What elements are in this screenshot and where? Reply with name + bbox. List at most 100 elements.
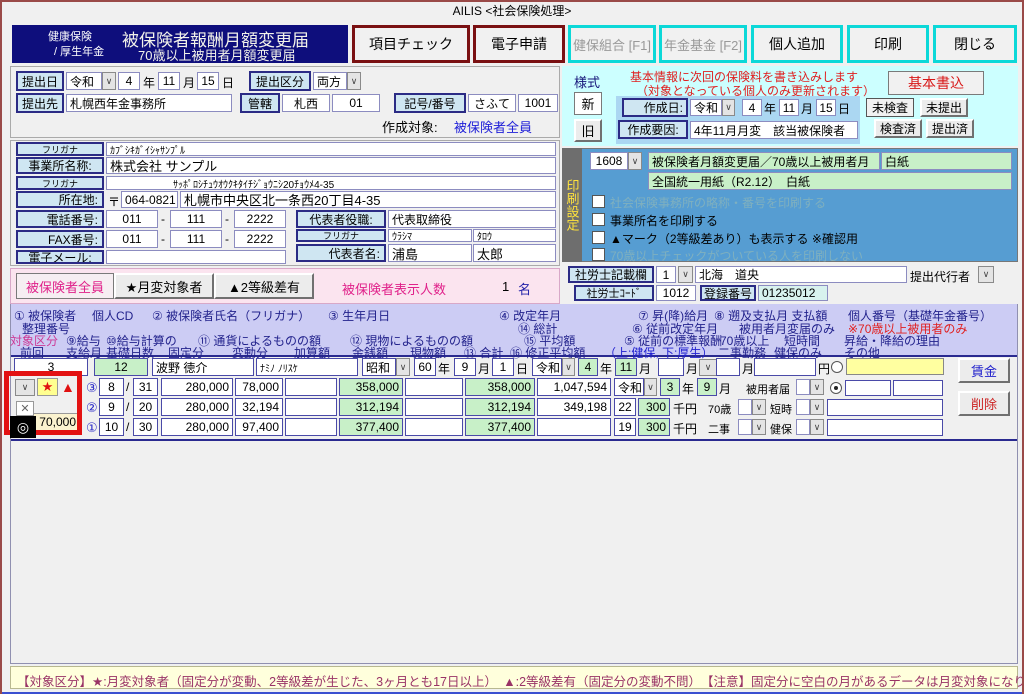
status-submitted-button[interactable]: 提出済 <box>926 119 974 138</box>
e-apply-button[interactable]: 電子申請 <box>473 25 565 63</box>
office-name-kana-field[interactable]: ｶﾌﾞｼｷｶﾞｲｼｬｻﾝﾌﾟﾙ <box>106 142 556 156</box>
birth-day-field[interactable]: 1 <box>492 358 514 376</box>
kenpo-grade-field[interactable]: 22 <box>614 398 636 416</box>
sr-reg-field[interactable]: 01235012 <box>758 285 828 301</box>
rep-sei-field[interactable]: 浦島 <box>388 244 472 262</box>
shusei-heikin-field[interactable] <box>537 418 611 436</box>
reason-text-2[interactable] <box>827 419 943 436</box>
birth-year-field[interactable]: 60 <box>414 358 436 376</box>
kenpo-only-field[interactable] <box>796 419 810 435</box>
kaitei-era-select[interactable]: 令和 <box>532 358 562 376</box>
chevron-down-icon[interactable]: ∨ <box>752 399 766 415</box>
cell-variable[interactable]: 97,400 <box>235 418 283 436</box>
print-form-code-select[interactable]: 1608 <box>590 152 628 170</box>
sr-code-field[interactable]: 1012 <box>656 285 696 301</box>
cell-inkind[interactable] <box>405 418 463 436</box>
reason-radio-wage[interactable] <box>830 382 842 394</box>
chevron-down-icon[interactable]: ∨ <box>347 72 361 90</box>
add-person-button[interactable]: 個人追加 <box>751 25 843 63</box>
kaitei-month-field[interactable]: 11 <box>615 358 637 376</box>
chevron-down-icon[interactable]: ∨ <box>396 358 410 376</box>
chevron-down-icon[interactable]: ∨ <box>644 378 657 396</box>
sr-name-field[interactable]: 北海 道央 <box>695 266 907 283</box>
tab-all-insured[interactable]: 被保険者全員 <box>16 273 114 299</box>
reason-input-1[interactable] <box>845 380 891 396</box>
rep-kana-sei-field[interactable]: ｳﾗｼﾏ <box>388 229 472 242</box>
addr-field[interactable]: 札幌市中央区北一条西20丁目4-35 <box>180 191 556 208</box>
cell-fixed[interactable]: 280,000 <box>161 418 233 436</box>
cell-month[interactable]: 8 <box>99 378 124 396</box>
created-year-field[interactable]: 4 <box>742 99 762 116</box>
submit-kubun-select[interactable]: 両方 <box>313 72 347 90</box>
reason-field[interactable]: 4年11月月変 該当被保険者 <box>690 121 858 139</box>
reason-input-2[interactable] <box>893 380 943 396</box>
chevron-down-icon[interactable]: ∨ <box>810 399 824 415</box>
cell-inkind[interactable] <box>405 378 463 396</box>
name-field[interactable]: 波野 徳介 <box>152 358 254 376</box>
wage-button[interactable]: 賃金 <box>958 358 1010 383</box>
print-checkbox-officename[interactable] <box>592 213 605 226</box>
created-era-select[interactable]: 令和 <box>690 99 722 116</box>
tel-field-2[interactable]: 111 <box>170 210 222 228</box>
chevron-down-icon[interactable]: ∨ <box>810 379 824 395</box>
sokyuu-amount-field[interactable] <box>754 358 816 376</box>
cell-addition[interactable] <box>285 418 337 436</box>
rep-title-field[interactable]: 代表取締役 <box>388 210 556 228</box>
juzen-month-field[interactable]: 9 <box>697 378 717 396</box>
tab-two-grade-diff[interactable]: ▲2等級差有 <box>214 273 314 299</box>
birth-era-select[interactable]: 昭和 <box>362 358 396 376</box>
fax-field-2[interactable]: 111 <box>170 230 222 248</box>
cell-days[interactable]: 20 <box>133 398 158 416</box>
cell-days[interactable]: 30 <box>133 418 158 436</box>
niji-field[interactable] <box>738 419 752 435</box>
item-check-button[interactable]: 項目チェック <box>352 25 470 63</box>
fax-field-3[interactable]: 2222 <box>234 230 286 248</box>
print-checkbox-over70[interactable] <box>592 248 605 261</box>
tab-monthly-change[interactable]: ★月変対象者 <box>114 273 214 299</box>
submit-dest-field[interactable]: 札幌西年金事務所 <box>66 94 232 112</box>
kosei-grade-field[interactable]: 19 <box>614 418 636 436</box>
cell-month[interactable]: 10 <box>99 418 124 436</box>
fax-field-1[interactable]: 011 <box>106 230 158 248</box>
hiyousha-field[interactable] <box>796 379 810 395</box>
status-checked-button[interactable]: 検査済 <box>874 119 922 138</box>
kihon-write-button[interactable]: 基本書込 <box>888 71 984 95</box>
sokyuu-month-field[interactable] <box>716 358 740 376</box>
rep-kana-mei-field[interactable]: ﾀﾛｳ <box>473 229 556 242</box>
addr-kana-field[interactable]: ｻｯﾎﾟﾛｼﾁｭｳｵｳｸｷﾀｲﾁｼﾞｮｳﾆｼ20ﾁｮｳﾒ4-35 <box>106 176 556 190</box>
office-name-field[interactable]: 株式会社 サンプル <box>106 157 556 174</box>
close-button[interactable]: 閉じる <box>933 25 1017 63</box>
sr-num-field[interactable]: 1 <box>656 266 676 283</box>
chevron-down-icon[interactable]: ∨ <box>810 419 824 435</box>
status-unchecked-button[interactable]: 未検査 <box>866 98 914 117</box>
kigo-field[interactable]: さふて <box>468 94 516 112</box>
created-month-field[interactable]: 11 <box>779 99 799 116</box>
status-unsubmitted-button[interactable]: 未提出 <box>920 98 968 117</box>
chevron-down-icon[interactable]: ∨ <box>102 72 116 90</box>
chevron-down-icon[interactable]: ∨ <box>628 152 642 170</box>
kankatsu-name-field[interactable]: 札西 <box>282 94 330 112</box>
juzen-year-field[interactable]: 3 <box>660 378 680 396</box>
delete-button[interactable]: 削除 <box>958 391 1010 416</box>
print-checkbox-trimark[interactable] <box>592 231 605 244</box>
chevron-down-icon[interactable]: ∨ <box>722 99 735 116</box>
reason-radio-other[interactable] <box>831 361 843 373</box>
tanjikan-field[interactable] <box>796 399 810 415</box>
kenpo-kumiai-button[interactable]: 健保組合 [F1] <box>568 25 656 63</box>
style-new-button[interactable]: 新 <box>574 92 602 115</box>
style-old-button[interactable]: 旧 <box>574 119 602 142</box>
nenkin-kikin-button[interactable]: 年金基金 [F2] <box>659 25 747 63</box>
chevron-down-icon[interactable]: ∨ <box>562 358 575 376</box>
submit-year-field[interactable]: 4 <box>118 72 140 90</box>
cell-month[interactable]: 9 <box>99 398 124 416</box>
juzen-era-select[interactable]: 令和 <box>614 378 644 396</box>
kojin-cd-field[interactable]: 12 <box>94 358 148 376</box>
chevron-down-icon[interactable]: ∨ <box>699 359 717 376</box>
kaitei-year-field[interactable]: 4 <box>578 358 598 376</box>
shokyu-month-field[interactable] <box>658 358 684 376</box>
chevron-down-icon[interactable]: ∨ <box>978 266 994 283</box>
tel-field-3[interactable]: 2222 <box>234 210 286 228</box>
print-checkbox-shaho[interactable] <box>592 195 605 208</box>
submit-day-field[interactable]: 15 <box>197 72 219 90</box>
mail-field[interactable] <box>106 250 286 264</box>
